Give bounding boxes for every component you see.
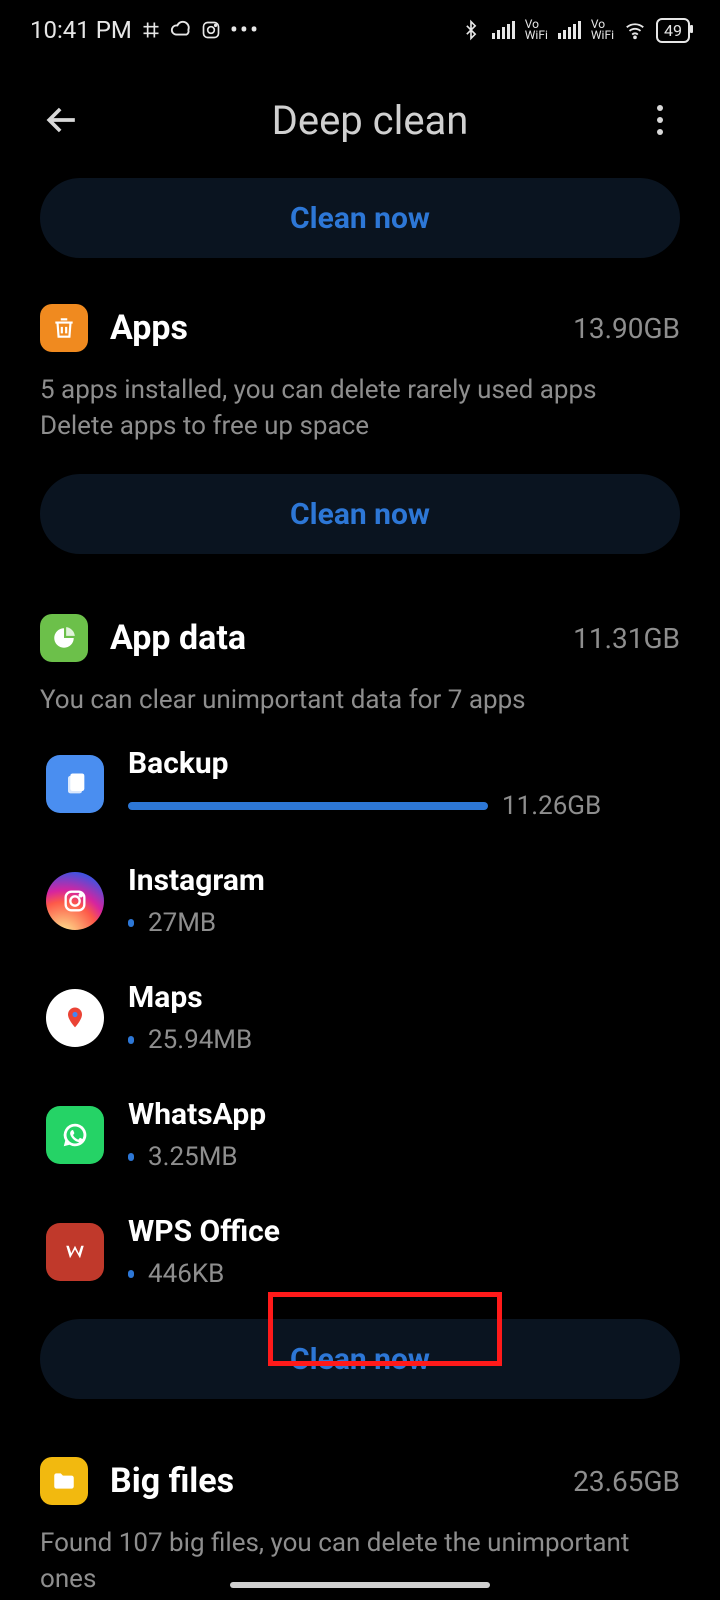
signal-1-icon — [492, 21, 515, 39]
apps-size: 13.90GB — [573, 312, 680, 345]
more-options-button[interactable] — [640, 105, 680, 135]
app-data-list: Backup 11.26GB Instagram 27MB — [40, 746, 680, 1289]
app-name: Maps — [128, 980, 680, 1015]
app-data-section-header[interactable]: App data 11.31GB — [40, 614, 680, 662]
app-info: WhatsApp 3.25MB — [128, 1097, 680, 1172]
whatsapp-app-icon — [46, 1106, 104, 1164]
wps-office-app-icon — [46, 1223, 104, 1281]
app-usage-bar — [128, 1270, 134, 1278]
app-name: Backup — [128, 746, 680, 781]
vowifi-1-icon: VoWiFi — [525, 19, 548, 41]
big-files-section: Big files 23.65GB Found 107 big files, y… — [0, 1457, 720, 1597]
big-files-size: 23.65GB — [573, 1465, 680, 1498]
app-header: Deep clean — [0, 70, 720, 170]
pie-chart-icon — [40, 614, 88, 662]
slack-icon — [140, 19, 162, 41]
app-data-subtitle: You can clear unimportant data for 7 app… — [40, 682, 680, 718]
apps-section-header[interactable]: Apps 13.90GB — [40, 304, 680, 352]
app-data-title: App data — [110, 618, 551, 658]
backup-app-icon — [46, 755, 104, 813]
app-size: 3.25MB — [148, 1142, 238, 1172]
trash-icon — [40, 304, 88, 352]
status-bar: 10:41 PM ••• VoWiFi VoWiFi 49 — [0, 0, 720, 60]
vowifi-2-icon: VoWiFi — [591, 19, 614, 41]
app-data-section: App data 11.31GB You can clear unimporta… — [0, 614, 720, 1289]
app-data-size: 11.31GB — [573, 622, 680, 655]
status-bar-right: VoWiFi VoWiFi 49 — [460, 18, 690, 43]
cloud-icon — [170, 19, 192, 41]
apps-section: Apps 13.90GB 5 apps installed, you can d… — [0, 304, 720, 444]
back-button[interactable] — [40, 98, 100, 142]
home-indicator[interactable] — [230, 1582, 490, 1588]
list-item[interactable]: WPS Office 446KB — [40, 1214, 680, 1289]
app-name: Instagram — [128, 863, 680, 898]
status-bar-left: 10:41 PM ••• — [30, 16, 260, 44]
instagram-status-icon — [200, 19, 222, 41]
big-files-title: Big files — [110, 1461, 551, 1501]
app-usage-bar — [128, 802, 488, 810]
page-title: Deep clean — [272, 97, 469, 144]
app-info: Maps 25.94MB — [128, 980, 680, 1055]
app-size: 25.94MB — [148, 1025, 252, 1055]
app-usage-bar — [128, 1153, 134, 1161]
wifi-icon — [624, 19, 646, 41]
folder-icon — [40, 1457, 88, 1505]
app-size: 446KB — [148, 1259, 224, 1289]
clean-now-button-appdata[interactable]: Clean now — [40, 1319, 680, 1399]
signal-2-icon — [558, 21, 581, 39]
battery-icon: 49 — [656, 18, 690, 43]
clean-now-label: Clean now — [290, 497, 430, 532]
list-item[interactable]: Backup 11.26GB — [40, 746, 680, 821]
apps-subtitle: 5 apps installed, you can delete rarely … — [40, 372, 680, 444]
app-info: Instagram 27MB — [128, 863, 680, 938]
apps-title: Apps — [110, 308, 551, 348]
apps-sub-line1: 5 apps installed, you can delete rarely … — [40, 372, 680, 408]
maps-app-icon — [46, 989, 104, 1047]
app-usage-bar — [128, 919, 134, 927]
apps-sub-line2: Delete apps to free up space — [40, 408, 680, 444]
instagram-app-icon — [46, 872, 104, 930]
clean-now-label: Clean now — [290, 201, 430, 236]
clean-now-button-apps[interactable]: Clean now — [40, 474, 680, 554]
app-info: WPS Office 446KB — [128, 1214, 680, 1289]
list-item[interactable]: Instagram 27MB — [40, 863, 680, 938]
list-item[interactable]: Maps 25.94MB — [40, 980, 680, 1055]
app-info: Backup 11.26GB — [128, 746, 680, 821]
app-usage-bar — [128, 1036, 134, 1044]
app-size: 11.26GB — [502, 791, 601, 821]
bluetooth-icon — [460, 19, 482, 41]
app-name: WhatsApp — [128, 1097, 680, 1132]
clean-now-button-top[interactable]: Clean now — [40, 178, 680, 258]
list-item[interactable]: WhatsApp 3.25MB — [40, 1097, 680, 1172]
status-time: 10:41 PM — [30, 16, 132, 44]
clean-now-label: Clean now — [290, 1342, 430, 1377]
app-size: 27MB — [148, 908, 216, 938]
more-vertical-icon — [657, 105, 663, 135]
app-name: WPS Office — [128, 1214, 680, 1249]
more-notifications-icon: ••• — [230, 16, 260, 44]
big-files-section-header[interactable]: Big files 23.65GB — [40, 1457, 680, 1505]
